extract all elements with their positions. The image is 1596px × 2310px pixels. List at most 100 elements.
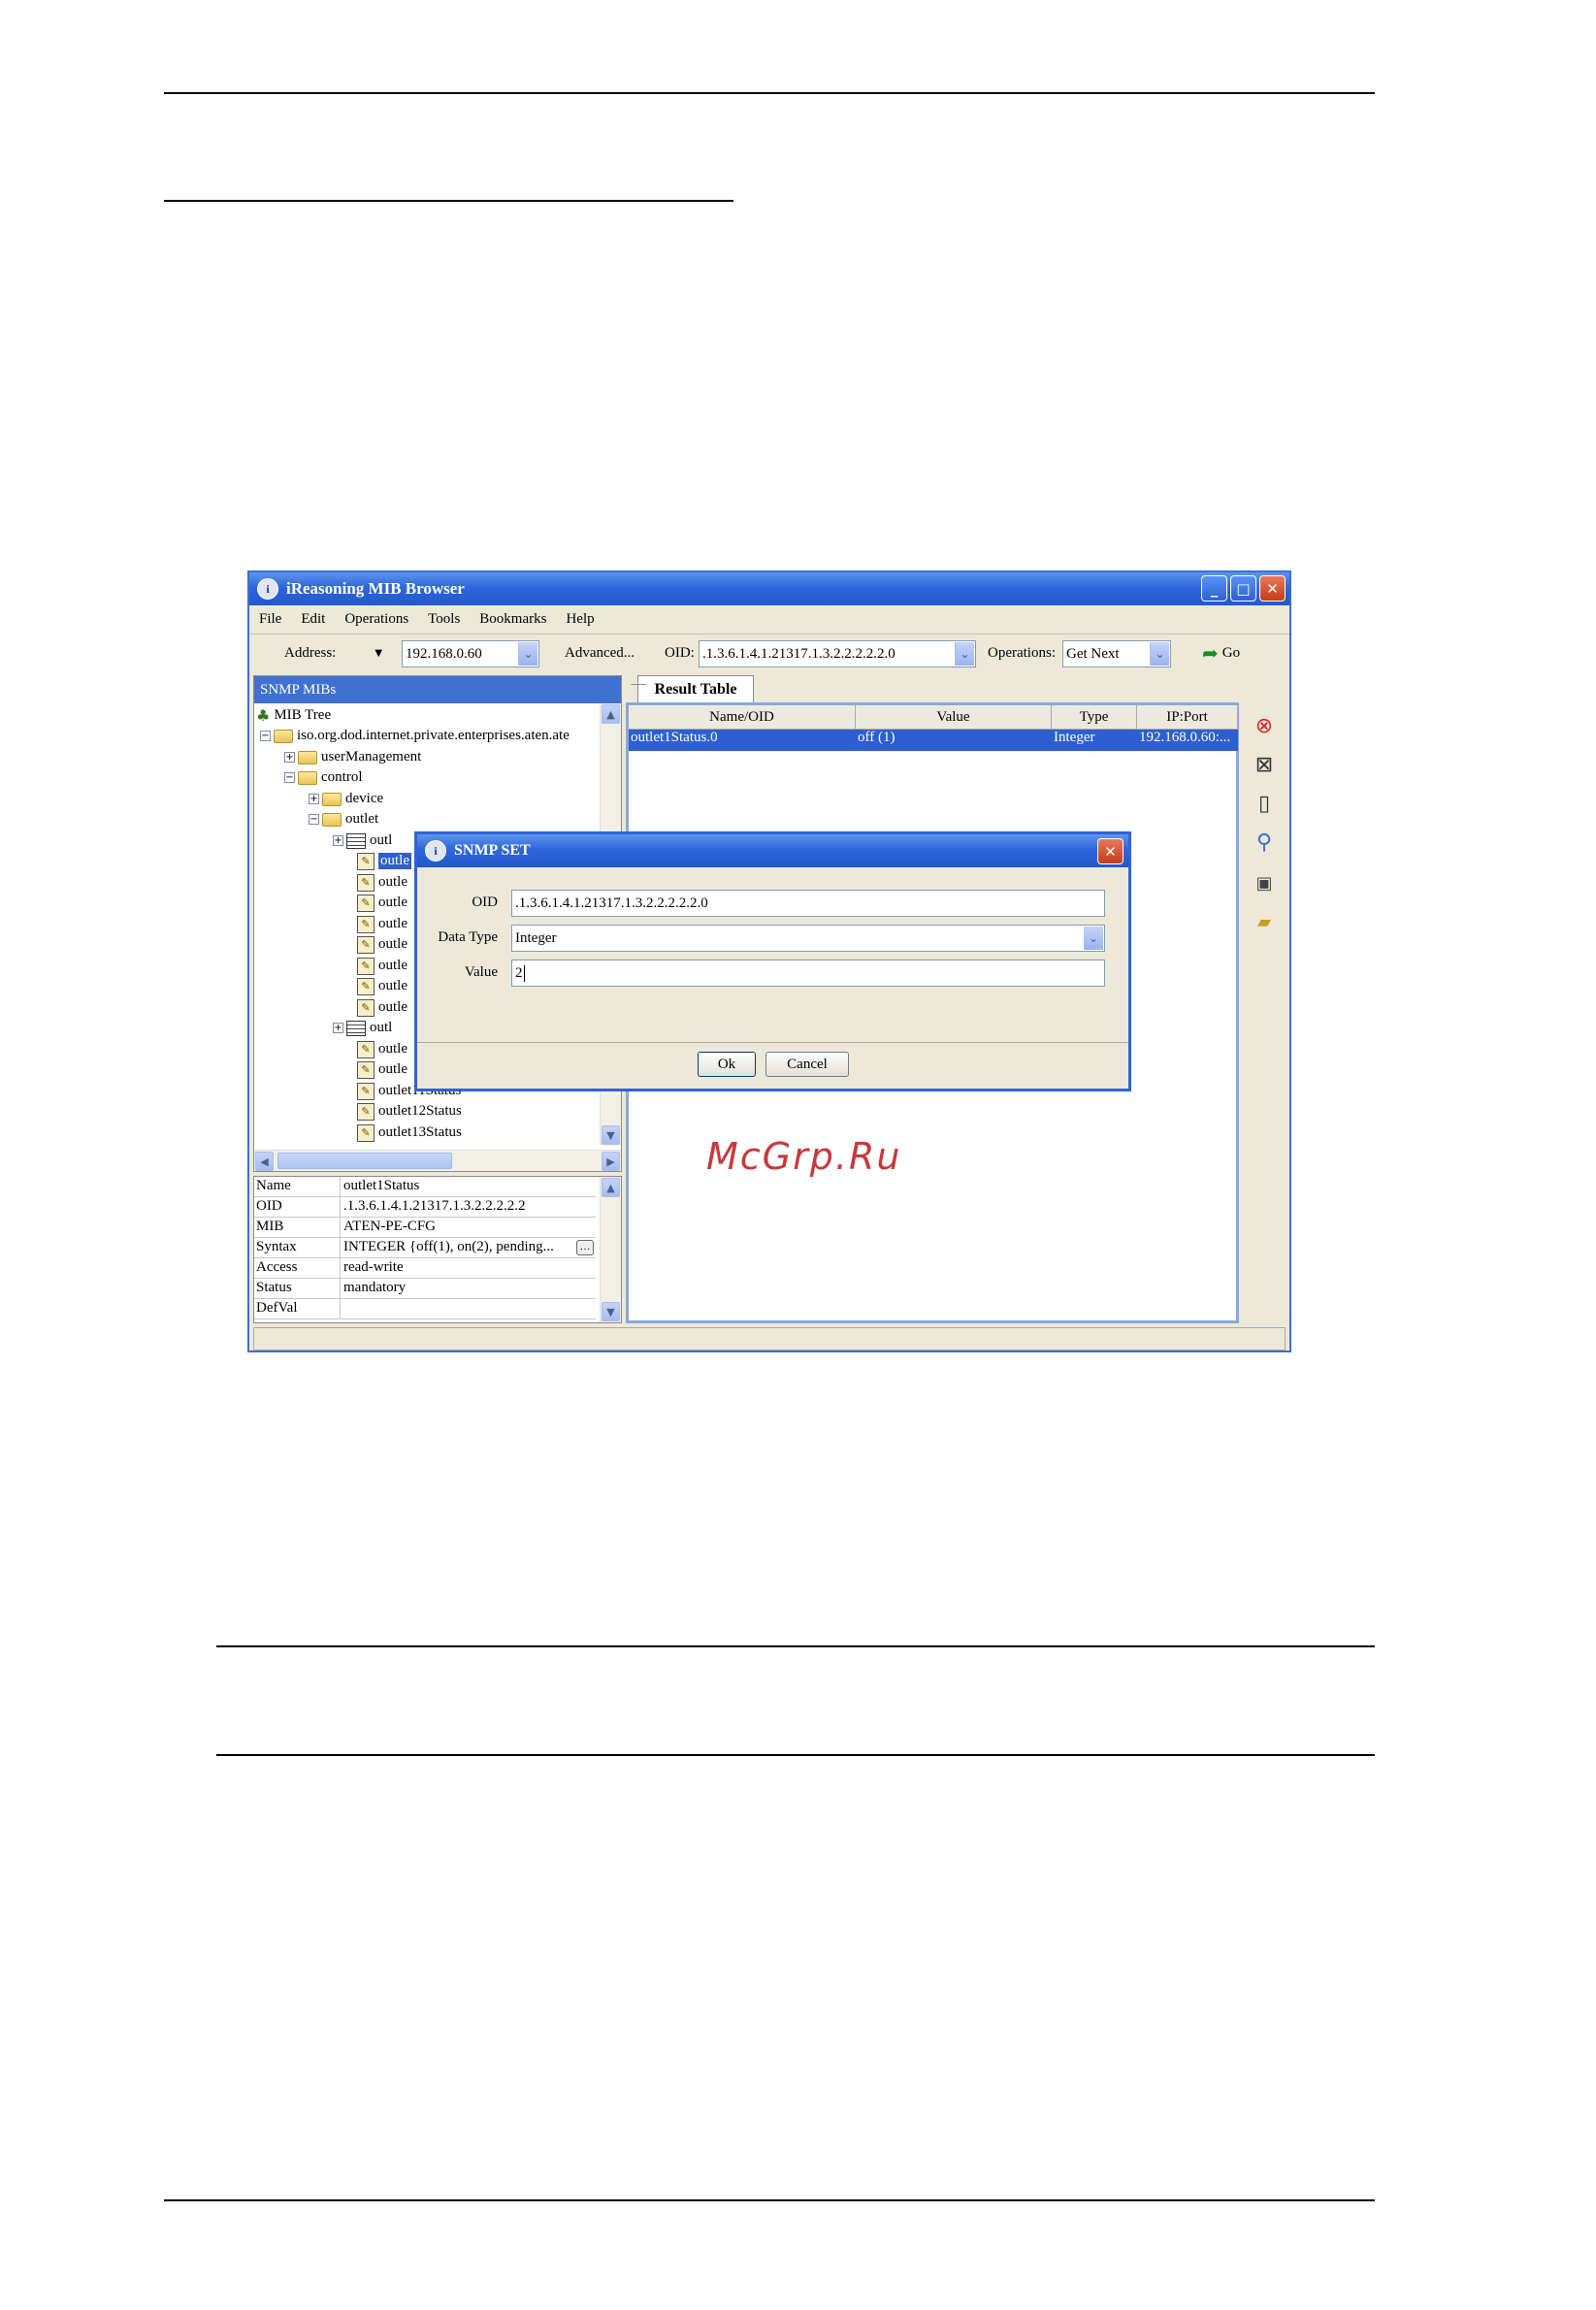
tree-node[interactable]: + outl <box>333 1018 392 1038</box>
dialog-titlebar[interactable]: i SNMP SET ✕ <box>417 834 1128 867</box>
operations-label: Operations: <box>988 644 1056 661</box>
data-type-select[interactable]: Integer ⌄ <box>511 925 1105 952</box>
table-row: DefVal <box>254 1299 596 1319</box>
column-ip-port[interactable]: IP:Port <box>1137 705 1238 729</box>
close-button[interactable]: ✕ <box>1259 575 1286 602</box>
scroll-up-icon[interactable]: ▲ <box>602 1178 620 1197</box>
tree-node[interactable]: + userManagement <box>284 747 421 767</box>
tree-node[interactable]: ✎ outle <box>357 976 407 996</box>
scroll-right-icon[interactable]: ▶ <box>602 1152 620 1171</box>
tree-node[interactable]: ✎ outle <box>357 851 411 871</box>
tree-node[interactable]: ✎ outle <box>357 893 407 913</box>
delete-table-icon[interactable]: ⊠ <box>1251 751 1278 778</box>
table-row[interactable]: outlet1Status.0 off (1) Integer 192.168.… <box>629 730 1238 751</box>
oid-combo[interactable]: .1.3.6.1.4.1.21317.1.3.2.2.2.2.2.0 ⌄ <box>699 640 976 667</box>
leaf-icon: ✎ <box>357 1123 375 1142</box>
tree-node[interactable]: − iso.org.dod.internet.private.enterpris… <box>260 726 570 746</box>
address-combo[interactable]: 192.168.0.60 ⌄ <box>402 640 539 667</box>
menu-file[interactable]: File <box>259 611 281 628</box>
tree-node[interactable]: ✎ outle <box>357 1059 407 1080</box>
menu-tools[interactable]: Tools <box>428 611 460 628</box>
value-label: Value <box>464 964 498 980</box>
tree-node[interactable]: + device <box>309 789 383 809</box>
tree-horizontal-scrollbar[interactable]: ◀ ▶ <box>254 1150 621 1171</box>
table-row: MIB ATEN-PE-CFG <box>254 1218 596 1238</box>
table-icon <box>346 1020 366 1036</box>
collapse-icon[interactable]: − <box>260 731 271 741</box>
ok-button[interactable]: Ok <box>698 1052 756 1077</box>
tree-node[interactable]: ✎ outlet12Status <box>357 1101 462 1122</box>
tree-node[interactable]: ✎ outle <box>357 872 407 893</box>
chevron-down-icon[interactable]: ⌄ <box>518 642 537 666</box>
operations-combo[interactable]: Get Next ⌄ <box>1062 640 1171 667</box>
folder-icon <box>274 729 293 743</box>
open-folder-icon[interactable]: ▰ <box>1251 908 1278 935</box>
chevron-down-icon[interactable]: ⌄ <box>955 642 974 666</box>
text-cursor <box>523 964 525 982</box>
address-dropdown-icon: ▼ <box>375 647 383 659</box>
advanced-button[interactable]: Advanced... <box>565 640 635 666</box>
stop-icon[interactable]: ⊗ <box>1251 712 1278 739</box>
menu-edit[interactable]: Edit <box>301 611 325 628</box>
status-bar <box>253 1327 1286 1350</box>
syntax-details-button[interactable]: … <box>576 1240 594 1255</box>
leaf-icon: ✎ <box>357 915 375 933</box>
cancel-button[interactable]: Cancel <box>765 1052 849 1077</box>
address-label[interactable]: Address: ▼ <box>284 640 382 666</box>
folder-icon <box>298 750 317 765</box>
tree-node[interactable]: ✎ outle <box>357 997 407 1018</box>
column-value[interactable]: Value <box>856 705 1052 729</box>
tree-node[interactable]: ✎ outle <box>357 1039 407 1059</box>
leaf-icon: ✎ <box>357 957 375 975</box>
tree-node[interactable]: − outlet <box>309 809 378 830</box>
collapse-icon[interactable]: − <box>284 772 295 783</box>
chevron-down-icon[interactable]: ⌄ <box>1150 642 1169 666</box>
menu-bookmarks[interactable]: Bookmarks <box>479 611 546 628</box>
result-table-header: Name/OID Value Type IP:Port <box>629 705 1238 730</box>
header-rule <box>164 92 1375 94</box>
mib-properties-table: Name outlet1Status OID .1.3.6.1.4.1.2131… <box>253 1176 622 1323</box>
scroll-thumb[interactable] <box>277 1153 452 1169</box>
tree-node[interactable]: + outl <box>333 830 392 851</box>
tree-node[interactable]: ✎ outlet13Status <box>357 1122 462 1143</box>
chevron-down-icon[interactable]: ⌄ <box>1084 927 1103 950</box>
tree-node[interactable]: ✎ outle <box>357 934 407 955</box>
scroll-down-icon[interactable]: ▼ <box>602 1302 620 1321</box>
collapse-icon[interactable]: − <box>309 814 319 825</box>
new-document-icon[interactable]: ▯ <box>1251 790 1278 817</box>
expand-icon[interactable]: + <box>333 1023 343 1033</box>
dialog-close-button[interactable]: ✕ <box>1097 838 1124 864</box>
expand-icon[interactable]: + <box>333 835 343 846</box>
column-type[interactable]: Type <box>1052 705 1137 729</box>
value-input[interactable]: 2 <box>511 960 1105 987</box>
window-title: iReasoning MIB Browser <box>286 579 465 598</box>
menu-operations[interactable]: Operations <box>344 611 408 628</box>
tree-node[interactable]: − control <box>284 767 363 788</box>
tree-node[interactable]: ✎ outle <box>357 914 407 934</box>
tree-node[interactable]: ✎ outle <box>357 956 407 976</box>
expand-icon[interactable]: + <box>309 794 319 804</box>
scroll-up-icon[interactable]: ▲ <box>602 704 620 724</box>
expand-icon[interactable]: + <box>284 752 295 763</box>
leaf-icon: ✎ <box>357 998 375 1017</box>
menu-help[interactable]: Help <box>566 611 594 628</box>
note-rule-bottom <box>216 1754 1375 1756</box>
maximize-button[interactable]: □ <box>1230 575 1256 602</box>
leaf-icon: ✎ <box>357 873 375 892</box>
section-underline <box>164 200 733 202</box>
scroll-down-icon[interactable]: ▼ <box>602 1125 620 1145</box>
note-rule-top <box>216 1645 1375 1647</box>
search-icon[interactable]: ⚲ <box>1251 829 1278 856</box>
window-titlebar[interactable]: i iReasoning MIB Browser _ □ ✕ <box>249 572 1289 605</box>
scroll-left-icon[interactable]: ◀ <box>255 1152 274 1171</box>
tree-node[interactable]: ♣ MIB Tree <box>256 705 331 726</box>
leaf-icon: ✎ <box>357 1040 375 1058</box>
folder-icon <box>298 770 317 785</box>
properties-scrollbar[interactable]: ▲ ▼ <box>600 1177 621 1322</box>
go-button[interactable]: ➦ Go <box>1202 640 1240 666</box>
save-icon[interactable]: ▣ <box>1251 869 1278 896</box>
minimize-button[interactable]: _ <box>1201 575 1227 602</box>
tab-result-table[interactable]: Result Table <box>637 675 754 702</box>
column-name-oid[interactable]: Name/OID <box>629 705 856 729</box>
oid-field[interactable]: .1.3.6.1.4.1.21317.1.3.2.2.2.2.2.0 <box>511 890 1105 917</box>
